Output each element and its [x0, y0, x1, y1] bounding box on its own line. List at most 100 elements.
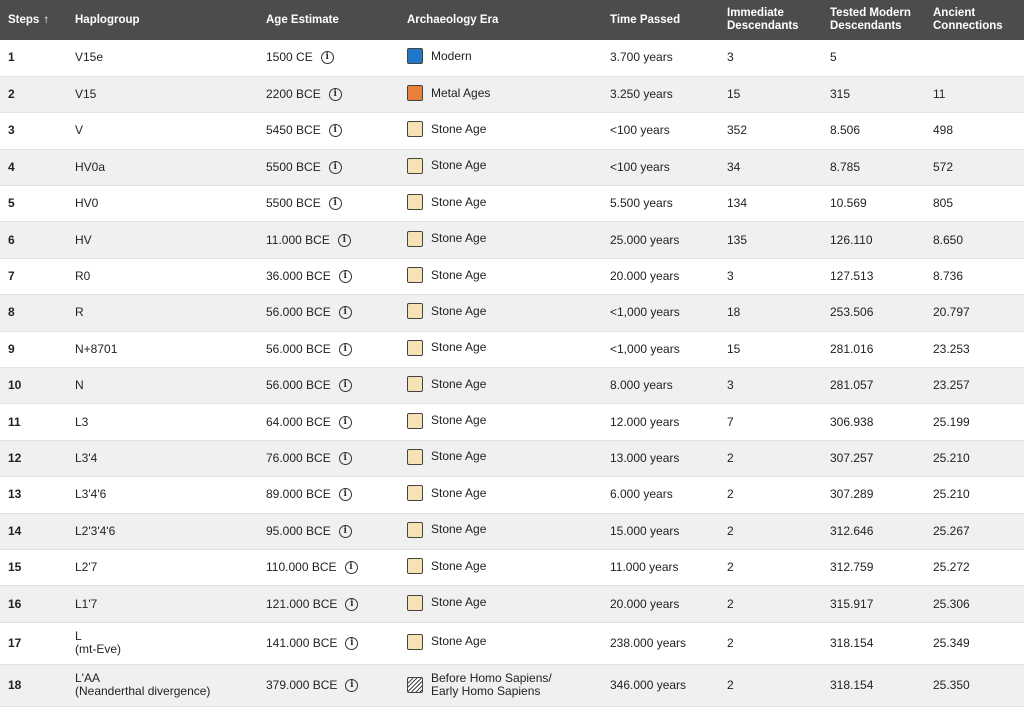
table-row[interactable]: 3 V 5450 BCE i Stone Age <100 years 352 8.506 49… [0, 113, 1024, 150]
era-label: Stone Age [431, 231, 487, 246]
ancient-connections-cell: 25.272 [933, 560, 970, 575]
table-row[interactable]: 11 L3 64.000 BCE i Stone Age 12.000 years 7 306… [0, 404, 1024, 441]
immediate-descendants-cell: 2 [727, 677, 734, 692]
ancient-connections-cell: 25.350 [933, 677, 970, 692]
ancient-connections-cell: 25.199 [933, 414, 970, 429]
table-row[interactable]: 18 L'AA (Neanderthal divergence) 379.000 BC… [0, 664, 1024, 707]
immediate-descendants-cell: 15 [727, 87, 741, 102]
immediate-descendants-cell: 3 [727, 269, 734, 284]
info-icon[interactable]: i [337, 233, 351, 247]
info-icon[interactable]: i [338, 524, 352, 538]
info-icon[interactable]: i [338, 379, 352, 393]
table-row[interactable]: 6 HV 11.000 BCE i Stone Age 25.000 years 135 12… [0, 221, 1024, 259]
tested-modern-descendants-cell: 281.057 [830, 378, 874, 393]
age-estimate-cell: 5500 BCE i [258, 186, 399, 222]
immediate-descendants-cell: 3 [727, 378, 734, 393]
table-row[interactable]: 8 R 56.000 BCE i Stone Age <1,000 years 18 253.… [0, 294, 1024, 332]
tested-modern-descendants-cell: 126.110 [830, 232, 873, 247]
age-estimate-value: 5450 BCE [266, 123, 321, 138]
info-icon[interactable]: i [338, 270, 352, 284]
step-number: 12 [8, 450, 22, 465]
column-header-time-passed[interactable]: Time Passed [602, 0, 719, 40]
info-icon[interactable]: i [338, 415, 352, 429]
table-row[interactable]: 10 N 56.000 BCE i Stone Age 8.000 years 3 281.0… [0, 367, 1024, 404]
era-label: Stone Age [431, 634, 487, 649]
archaeology-era-cell: Stone Age [399, 331, 602, 367]
table-row[interactable]: 5 HV0 5500 BCE i Stone Age 5.500 years 134 10.5… [0, 186, 1024, 222]
haplogroup-name: L3'4 [75, 450, 98, 465]
table-row[interactable]: 17 L (mt-Eve) 141.000 BCE i Stone Age 238.000 … [0, 622, 1024, 665]
step-number: 7 [8, 269, 15, 284]
era-label: Stone Age [431, 413, 487, 428]
column-header-immediate-descendants[interactable]: Immediate Descendants [719, 0, 822, 40]
table-row[interactable]: 9 N+8701 56.000 BCE i Stone Age <1,000 years 1… [0, 331, 1024, 368]
age-estimate-cell: 2200 BCE i [258, 76, 399, 112]
age-estimate-value: 56.000 BCE [266, 341, 331, 356]
immediate-descendants-cell: 2 [727, 596, 734, 611]
haplogroup-name: HV0a [75, 159, 106, 174]
info-icon[interactable]: i [338, 342, 352, 356]
immediate-descendants-cell: 2 [727, 487, 734, 502]
info-icon[interactable]: i [320, 51, 334, 65]
table-row[interactable]: 16 L1'7 121.000 BCE i Stone Age 20.000 years 2… [0, 585, 1024, 623]
haplogroup-cell: V15 [67, 76, 258, 112]
step-number: 13 [8, 487, 22, 502]
era-color-swatch [407, 521, 423, 538]
info-icon[interactable]: i [345, 678, 359, 692]
archaeology-era-cell: Before Homo Sapiens/Early Homo Sapiens [399, 664, 602, 706]
haplogroup-name: L3 [75, 414, 89, 429]
info-icon[interactable]: i [328, 88, 342, 102]
table-header-row: Steps ↑ Haplogroup Age Estimate Archaeolo… [0, 0, 1024, 40]
immediate-descendants-cell: 3 [727, 50, 734, 65]
ancient-connections-cell: 498 [933, 123, 954, 138]
table-row[interactable]: 13 L3'4'6 89.000 BCE i Stone Age 6.000 years 2… [0, 477, 1024, 514]
ancient-connections-cell: 8.736 [933, 269, 964, 284]
haplogroup-cell: R0 [67, 258, 258, 294]
info-icon[interactable]: i [328, 160, 342, 174]
ancient-connections-cell: 572 [933, 159, 954, 174]
step-number: 2 [8, 87, 15, 102]
haplogroup-name: L2'7 [75, 560, 98, 575]
info-icon[interactable]: i [345, 597, 359, 611]
step-number: 5 [8, 196, 15, 211]
ancient-connections-cell: 25.210 [933, 487, 970, 502]
column-header-steps[interactable]: Steps ↑ [0, 0, 67, 40]
age-estimate-cell: 89.000 BCE i [258, 477, 399, 513]
info-icon[interactable]: i [345, 636, 359, 650]
column-header-haplogroup[interactable]: Haplogroup [67, 0, 258, 40]
column-header-age-estimate[interactable]: Age Estimate [258, 0, 399, 40]
steps-header-label: Steps [8, 13, 40, 26]
time-passed-cell: 8.000 years [610, 378, 673, 393]
step-number: 17 [8, 635, 22, 650]
info-icon[interactable]: i [328, 124, 342, 138]
age-estimate-value: 56.000 BCE [266, 305, 331, 320]
era-label: Stone Age [431, 340, 487, 355]
info-icon[interactable]: i [344, 561, 358, 575]
tested-modern-descendants-cell: 10.569 [830, 196, 867, 211]
table-row[interactable]: 2 V15 2200 BCE i Metal Ages 3.250 years 15 315 1… [0, 76, 1024, 113]
table-row[interactable]: 14 L2'3'4'6 95.000 BCE i Stone Age 15.000 yea… [0, 513, 1024, 550]
info-icon[interactable]: i [338, 306, 352, 320]
age-estimate-cell: 5500 BCE i [258, 149, 399, 185]
column-header-archaeology-era[interactable]: Archaeology Era [399, 0, 602, 40]
column-header-ancient-connections[interactable]: Ancient Connections [925, 0, 1024, 40]
haplogroup-name: N+8701 [75, 341, 118, 356]
step-number: 4 [8, 159, 15, 174]
table-row[interactable]: 12 L3'4 76.000 BCE i Stone Age 13.000 years 2 3… [0, 440, 1024, 477]
table-row[interactable]: 4 HV0a 5500 BCE i Stone Age <100 years 34 8.785… [0, 149, 1024, 186]
table-row[interactable]: 15 L2'7 110.000 BCE i Stone Age 11.000 years 2… [0, 549, 1024, 586]
immediate-descendants-cell: 7 [727, 414, 734, 429]
sort-ascending-icon[interactable]: ↑ [43, 14, 49, 26]
column-header-tested-modern-descendants[interactable]: Tested Modern Descendants [822, 0, 925, 40]
age-estimate-cell: 11.000 BCE i [258, 222, 399, 258]
table-row[interactable]: 1 V15e 1500 CE i Modern 3.700 years 3 5 [0, 40, 1024, 77]
era-label: Stone Age [431, 194, 487, 209]
age-estimate-value: 121.000 BCE [266, 596, 338, 611]
age-estimate-value: 89.000 BCE [266, 487, 331, 502]
immediate-descendants-cell: 135 [727, 232, 748, 247]
step-number: 11 [8, 414, 21, 429]
table-row[interactable]: 7 R0 36.000 BCE i Stone Age 20.000 years 3 127.… [0, 258, 1024, 295]
info-icon[interactable]: i [338, 451, 352, 465]
info-icon[interactable]: i [338, 488, 352, 502]
info-icon[interactable]: i [328, 197, 342, 211]
